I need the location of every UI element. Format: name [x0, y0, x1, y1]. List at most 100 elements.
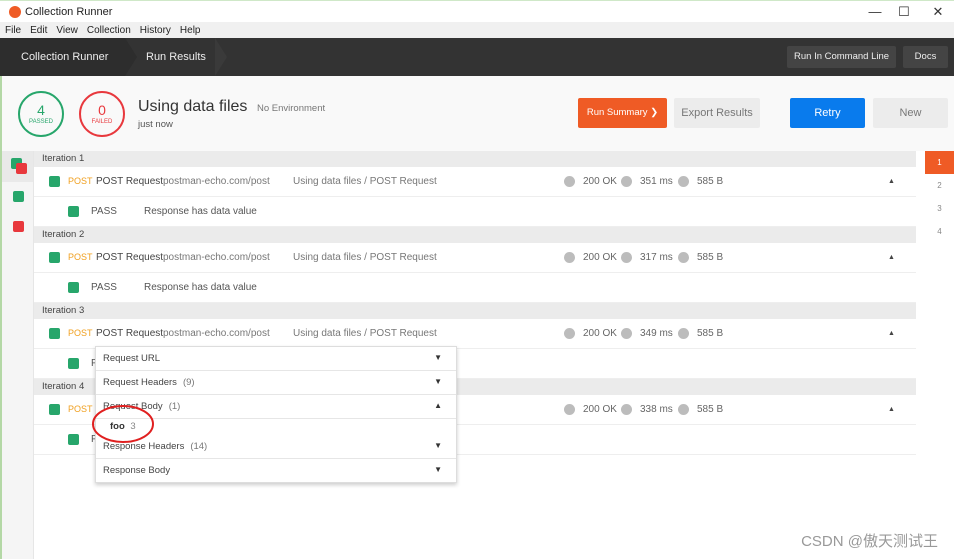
- request-name: POST Request: [96, 252, 164, 263]
- docs-button[interactable]: Docs: [903, 46, 948, 68]
- request-method: POST: [68, 252, 93, 262]
- iteration-header: Iteration 1: [34, 151, 916, 167]
- pass-status-icon: [68, 358, 79, 369]
- export-results-button[interactable]: Export Results: [674, 98, 760, 128]
- request-url: postman-echo.com/post: [163, 252, 270, 263]
- run-summary-button[interactable]: Run Summary ❯: [578, 98, 667, 128]
- request-headers-section[interactable]: Request Headers (9) ▼: [96, 371, 456, 395]
- size-dot-icon: [678, 404, 689, 415]
- size-dot-icon: [678, 176, 689, 187]
- time-dot-icon: [621, 404, 632, 415]
- caret-down-icon: ▼: [434, 465, 442, 474]
- test-name: Response has data value: [144, 206, 257, 217]
- failed-count: 0 FAILED: [79, 91, 125, 137]
- menu-view[interactable]: View: [51, 22, 82, 38]
- filter-passed[interactable]: [13, 191, 24, 202]
- menu-collection[interactable]: Collection: [82, 22, 135, 38]
- iteration-block: Iteration 2 POST POST Request postman-ec…: [34, 227, 916, 303]
- postman-logo-icon: [9, 6, 21, 18]
- response-time: 351 ms: [640, 176, 673, 187]
- request-name: POST Request: [96, 176, 164, 187]
- request-method: POST: [68, 176, 93, 186]
- request-row[interactable]: POST POST Request postman-echo.com/post …: [34, 167, 916, 197]
- menu-help[interactable]: Help: [175, 22, 205, 38]
- pass-status-icon: [49, 252, 60, 263]
- pass-status-icon: [49, 176, 60, 187]
- crumb-run-results[interactable]: Run Results: [146, 38, 206, 76]
- passed-count: 4 PASSED: [18, 91, 64, 137]
- collapse-caret-icon[interactable]: ▲: [888, 406, 895, 413]
- response-status: 200 OK: [583, 176, 617, 187]
- title-bar: Collection Runner — ☐ ✕: [0, 0, 954, 22]
- menu-bar: File Edit View Collection History Help: [0, 22, 954, 38]
- new-button[interactable]: New: [873, 98, 948, 128]
- environment-name: No Environment: [257, 103, 326, 114]
- page-1[interactable]: 1: [925, 151, 954, 174]
- response-body-section[interactable]: Response Body ▼: [96, 459, 456, 483]
- menu-history[interactable]: History: [135, 22, 175, 38]
- request-name: POST Request: [96, 328, 164, 339]
- pass-status-icon: [68, 282, 79, 293]
- status-dot-icon: [564, 328, 575, 339]
- caret-down-icon: ▼: [434, 441, 442, 450]
- status-dot-icon: [564, 176, 575, 187]
- filter-rail: [0, 151, 34, 559]
- close-button[interactable]: ✕: [928, 4, 948, 20]
- caret-down-icon: ▼: [434, 377, 442, 386]
- collapse-caret-icon[interactable]: ▲: [888, 178, 895, 185]
- filter-all[interactable]: [2, 151, 33, 182]
- time-dot-icon: [621, 252, 632, 263]
- request-url-section[interactable]: Request URL ▼: [96, 347, 456, 371]
- status-dot-icon: [564, 404, 575, 415]
- caret-down-icon: ▼: [434, 353, 442, 362]
- request-url: postman-echo.com/post: [163, 328, 270, 339]
- retry-button[interactable]: Retry: [790, 98, 865, 128]
- time-dot-icon: [621, 328, 632, 339]
- test-result: PASS: [91, 206, 117, 217]
- response-size: 585 B: [697, 252, 724, 263]
- run-time: just now: [138, 119, 173, 130]
- run-header: 4 PASSED 0 FAILED Using data files No Envi…: [0, 76, 954, 151]
- page-3[interactable]: 3: [925, 197, 954, 220]
- size-dot-icon: [678, 328, 689, 339]
- response-status: 200 OK: [583, 404, 617, 415]
- request-path: Using data files / POST Request: [293, 176, 437, 187]
- request-row[interactable]: POST POST Request postman-echo.com/post …: [34, 319, 916, 349]
- maximize-button[interactable]: ☐: [894, 4, 914, 20]
- response-status: 200 OK: [583, 252, 617, 263]
- window-title: Collection Runner: [25, 6, 113, 18]
- iteration-header: Iteration 2: [34, 227, 916, 243]
- minimize-button[interactable]: —: [865, 4, 885, 19]
- filter-failed[interactable]: [13, 221, 24, 232]
- request-path: Using data files / POST Request: [293, 252, 437, 263]
- menu-file[interactable]: File: [0, 22, 25, 38]
- pass-status-icon: [49, 404, 60, 415]
- size-dot-icon: [678, 252, 689, 263]
- crumb-separator: [215, 38, 227, 76]
- pass-status-icon: [49, 328, 60, 339]
- watermark: CSDN @傲天测试王: [801, 533, 938, 550]
- pass-status-icon: [68, 206, 79, 217]
- iteration-block: Iteration 1 POST POST Request postman-ec…: [34, 151, 916, 227]
- page-2[interactable]: 2: [925, 174, 954, 197]
- collapse-caret-icon[interactable]: ▲: [888, 330, 895, 337]
- request-row[interactable]: POST POST Request postman-echo.com/post …: [34, 243, 916, 273]
- test-result: PASS: [91, 282, 117, 293]
- response-size: 585 B: [697, 328, 724, 339]
- page-4[interactable]: 4: [925, 220, 954, 243]
- collection-name: Using data files: [138, 98, 248, 115]
- collapse-caret-icon[interactable]: ▲: [888, 254, 895, 261]
- menu-edit[interactable]: Edit: [25, 22, 51, 38]
- response-size: 585 B: [697, 404, 724, 415]
- crumb-collection-runner[interactable]: Collection Runner: [0, 38, 125, 76]
- status-dot-icon: [564, 252, 575, 263]
- response-time: 349 ms: [640, 328, 673, 339]
- response-status: 200 OK: [583, 328, 617, 339]
- run-in-command-line-button[interactable]: Run In Command Line: [787, 46, 897, 68]
- time-dot-icon: [621, 176, 632, 187]
- iteration-header: Iteration 3: [34, 303, 916, 319]
- crumb-separator: [125, 38, 137, 76]
- request-method: POST: [68, 404, 93, 414]
- run-summary-label: Run Summary: [586, 107, 648, 118]
- response-size: 585 B: [697, 176, 724, 187]
